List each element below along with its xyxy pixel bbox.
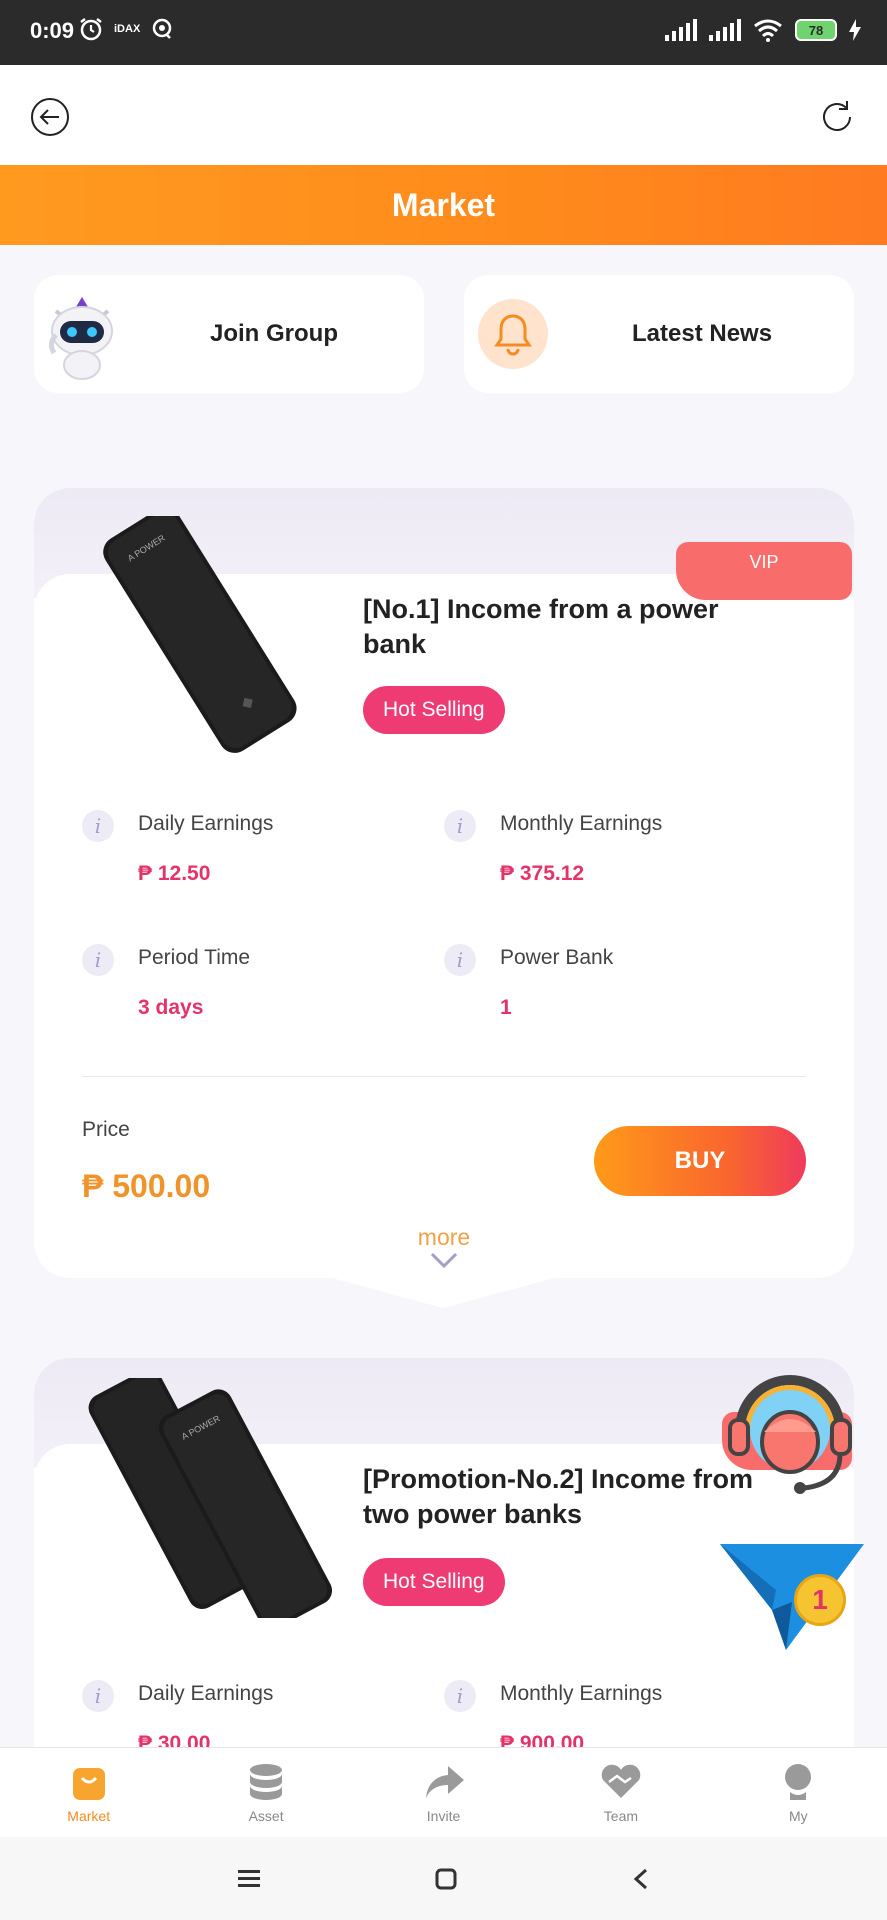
info-icon: i — [444, 810, 476, 842]
product-title: [No.1] Income from a power bank — [363, 594, 719, 659]
signal-icon-1 — [665, 19, 697, 41]
bag-icon — [72, 1768, 105, 1800]
product-card: VIP A POWER [No.1] Income from a power b… — [34, 488, 854, 1278]
info-icon: i — [444, 1680, 476, 1712]
info-icon: i — [82, 944, 114, 976]
power-bank-label: Power Bank — [500, 946, 614, 969]
hot-selling-badge: Hot Selling — [363, 686, 505, 734]
user-icon — [785, 1764, 812, 1800]
nav-label-team: Team — [603, 1808, 639, 1824]
nav-item-my[interactable]: My — [710, 1748, 887, 1837]
monthly-earnings-label: Monthly Earnings — [500, 1682, 663, 1705]
nav-item-invite[interactable]: Invite — [355, 1748, 532, 1837]
charging-icon — [849, 19, 861, 41]
handshake-icon — [601, 1764, 641, 1798]
robot-mascot-icon — [48, 297, 113, 380]
nav-label-market: Market — [67, 1808, 111, 1824]
bottom-nav: Market Asset Invite Team My — [0, 1747, 887, 1837]
product-title: [Promotion-No.2] Income from two power b… — [363, 1464, 753, 1529]
daily-earnings-label: Daily Earnings — [138, 812, 274, 835]
period-time-value: 3 days — [138, 996, 204, 1019]
location-icon — [153, 18, 172, 39]
monthly-earnings-value: ₱ 375.12 — [500, 862, 585, 885]
daily-earnings-value: ₱ 12.50 — [138, 862, 211, 885]
menu-icon[interactable] — [237, 1869, 260, 1888]
divider — [82, 1076, 806, 1077]
latest-news-card[interactable]: Latest News — [464, 275, 854, 393]
period-time-label: Period Time — [138, 946, 251, 969]
nav-label-invite: Invite — [426, 1808, 461, 1824]
refresh-icon[interactable] — [817, 97, 857, 137]
chevron-down-icon[interactable] — [430, 1252, 458, 1268]
nav-label-my: My — [788, 1808, 808, 1824]
join-group-label: Join Group — [210, 320, 338, 347]
signal-icon-2 — [709, 19, 741, 41]
wifi-icon — [754, 19, 782, 42]
nav-item-asset[interactable]: Asset — [177, 1748, 354, 1837]
power-bank-image: A POWER — [88, 1378, 333, 1618]
buy-button[interactable]: BUY — [594, 1126, 806, 1196]
home-square-icon[interactable] — [435, 1868, 457, 1890]
coins-icon — [250, 1764, 283, 1800]
power-bank-image: A POWER — [103, 516, 297, 753]
info-icon: i — [444, 944, 476, 976]
system-nav-bar — [0, 1837, 887, 1920]
nav-item-market[interactable]: Market — [0, 1748, 177, 1837]
info-icon: i — [82, 810, 114, 842]
status-time: 0:09 — [30, 18, 75, 43]
nav-label-asset: Asset — [248, 1808, 284, 1824]
nav-item-team[interactable]: Team — [532, 1748, 709, 1837]
price-value: ₱ 500.00 — [82, 1168, 211, 1204]
hot-selling-badge: Hot Selling — [363, 1558, 505, 1606]
daily-earnings-label: Daily Earnings — [138, 1682, 274, 1705]
notification-badge: 1 — [794, 1574, 846, 1626]
alarm-icon — [80, 18, 102, 41]
telegram-plane-icon[interactable]: 1 — [716, 1540, 866, 1650]
status-bar: 0:09 iDAX 78 — [0, 0, 887, 65]
back-icon[interactable] — [30, 97, 70, 137]
page-title: Market — [391, 186, 496, 223]
power-bank-value: 1 — [500, 996, 512, 1019]
info-icon: i — [82, 1680, 114, 1712]
battery-icon: 78 — [795, 19, 837, 41]
share-icon — [425, 1766, 464, 1798]
customer-service-icon[interactable] — [720, 1360, 860, 1500]
page-title-banner: Market — [0, 165, 887, 245]
back-arrow-icon[interactable] — [633, 1868, 649, 1890]
join-group-card[interactable]: Join Group — [34, 275, 424, 393]
bell-icon — [478, 299, 548, 369]
card-tail — [310, 1272, 576, 1308]
more-link[interactable]: more — [34, 1224, 854, 1251]
latest-news-label: Latest News — [632, 320, 773, 347]
price-label: Price — [82, 1118, 130, 1141]
top-bar — [0, 65, 887, 165]
monthly-earnings-label: Monthly Earnings — [500, 812, 663, 835]
carrier-tag: iDAX — [114, 23, 141, 35]
